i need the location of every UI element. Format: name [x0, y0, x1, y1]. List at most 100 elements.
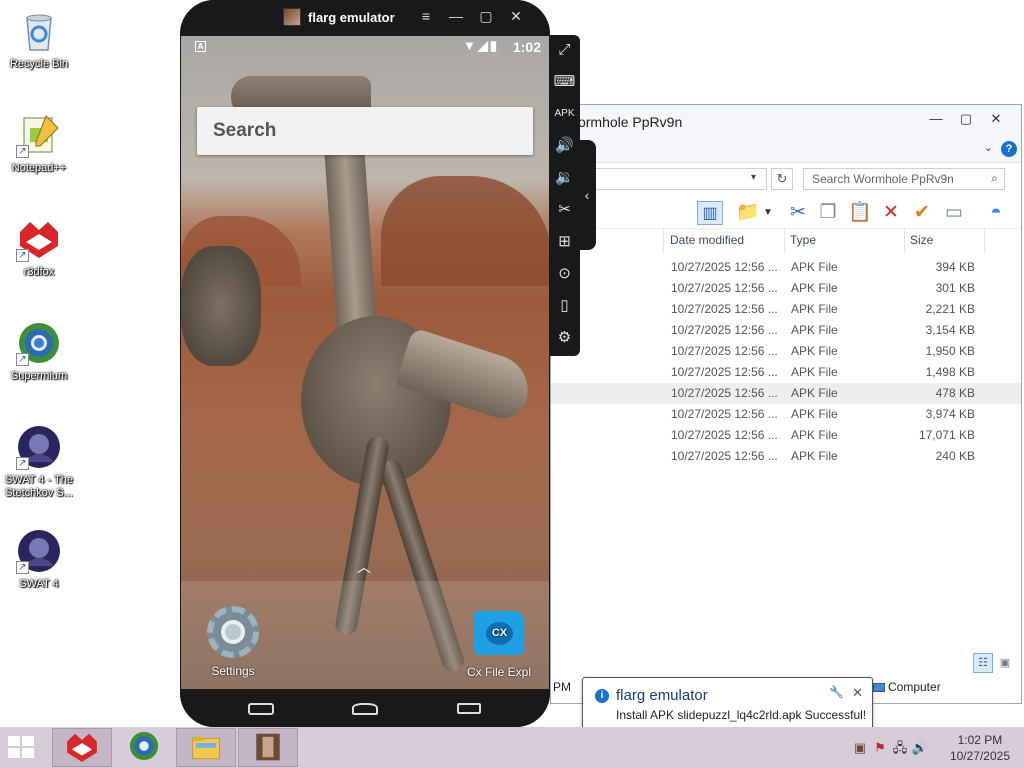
shortcut-arrow-icon: ↗	[16, 353, 29, 366]
table-row[interactable]: 10/27/2025 12:56 ... APK File 301 KB	[551, 278, 1021, 299]
folder-options-icon[interactable]: 📁	[735, 201, 761, 225]
desktop-icon-recycle-bin[interactable]: Recycle Bin	[0, 8, 78, 71]
row-date: 10/27/2025 12:56 ...	[671, 281, 778, 295]
multi-instance-icon[interactable]: ⊞	[553, 231, 576, 253]
action-center-flag-icon[interactable]: ⚑	[870, 740, 890, 756]
large-icons-view-icon[interactable]: ▣	[995, 653, 1015, 673]
refresh-icon[interactable]: ↻	[771, 168, 793, 190]
desktop-icon-swat4-expansion[interactable]: ↗ SWAT 4 - The Stetchkov S...	[0, 424, 78, 500]
network-icon[interactable]: 🖧	[890, 739, 910, 761]
desktop-icon-supermium[interactable]: ↗ Supermium	[0, 320, 78, 383]
volume-icon[interactable]: 🔊	[910, 740, 930, 756]
taskbar-file-explorer[interactable]	[176, 728, 236, 767]
details-view-icon[interactable]: ☷	[973, 653, 993, 673]
chevron-down-icon[interactable]: ⌄	[984, 141, 993, 154]
emulator-titlebar[interactable]: flarg emulator ≡ — ▢ ✕	[180, 0, 550, 36]
row-size: 17,071 KB	[918, 428, 975, 442]
minimize-button[interactable]: —	[921, 109, 951, 129]
desktop-icon-label: Supermium	[10, 370, 68, 382]
cut-icon[interactable]: ✂	[785, 201, 811, 225]
desktop-icon-label: SWAT 4 - The Stetchkov S...	[4, 474, 74, 499]
home-icon[interactable]	[352, 703, 378, 715]
back-icon[interactable]	[248, 703, 274, 715]
apk-install-icon[interactable]: APK	[553, 103, 576, 125]
chevron-down-icon[interactable]: ▾	[751, 172, 756, 183]
android-nav-bar	[180, 689, 550, 727]
android-screen[interactable]: A ▼◢▮ 1:02 Search ︿ Settings CX Cx File …	[181, 36, 549, 689]
delete-icon[interactable]: ✕	[878, 201, 904, 225]
table-row[interactable]: 10/27/2025 12:56 ... APK File 394 KB	[551, 257, 1021, 278]
row-type: APK File	[791, 260, 838, 274]
notepad-plus-plus-icon: ↗	[16, 112, 62, 158]
copy-icon[interactable]: ❐	[815, 201, 841, 225]
desktop-icon-r3dfox[interactable]: ↗ r3dfox	[0, 216, 78, 279]
emulator-app-icon	[256, 733, 280, 761]
chevron-down-icon[interactable]: ▼	[762, 201, 774, 225]
table-row[interactable]: 10/27/2025 12:56 ... APK File 17,071 KB	[551, 425, 1021, 446]
menu-icon[interactable]: ≡	[416, 8, 436, 24]
status-badge: A	[195, 41, 206, 52]
swat4-icon: ↗	[16, 528, 62, 574]
table-row[interactable]: 10/27/2025 12:56 ... APK File 3,154 KB	[551, 320, 1021, 341]
wrench-icon[interactable]: 🔧	[829, 685, 844, 699]
folder-icon	[192, 736, 220, 760]
close-button[interactable]: ✕	[506, 8, 526, 25]
android-status-bar: A ▼◢▮ 1:02	[181, 36, 549, 58]
table-row-selected[interactable]: 10/27/2025 12:56 ... APK File 478 KB	[551, 383, 1021, 404]
row-size: 3,154 KB	[925, 323, 975, 337]
maximize-button[interactable]: ▢	[951, 109, 981, 129]
chevron-up-icon[interactable]: ︿	[357, 557, 371, 577]
column-size[interactable]: Size	[910, 233, 933, 247]
search-widget[interactable]: Search	[197, 107, 533, 155]
computer-icon	[873, 683, 885, 692]
taskbar-r3dfox[interactable]	[52, 728, 112, 767]
rename-icon[interactable]: ▭	[941, 201, 967, 225]
keyboard-icon[interactable]: ⌨	[553, 71, 576, 93]
emulator-app-icon	[283, 8, 301, 26]
table-row[interactable]: 10/27/2025 12:56 ... APK File 2,221 KB	[551, 299, 1021, 320]
volume-down-icon[interactable]: 🔉	[553, 167, 576, 189]
close-icon[interactable]: ✕	[852, 685, 863, 701]
table-row[interactable]: 10/27/2025 12:56 ... APK File 240 KB	[551, 446, 1021, 467]
settings-gear-icon[interactable]: ⚙	[553, 327, 576, 349]
table-row[interactable]: 10/27/2025 12:56 ... APK File 1,498 KB	[551, 362, 1021, 383]
dock-app-settings[interactable]: Settings	[201, 606, 265, 678]
table-row[interactable]: 10/27/2025 12:56 ... APK File 1,950 KB	[551, 341, 1021, 362]
minimize-button[interactable]: —	[446, 8, 466, 24]
fullscreen-icon[interactable]: ⤢	[553, 39, 576, 61]
taskbar-flarg-emulator[interactable]	[238, 728, 298, 767]
desktop-icon-notepad-plus-plus[interactable]: ↗ Notepad++	[0, 112, 78, 175]
sidebar-collapse-tab[interactable]: ‹	[578, 140, 596, 250]
volume-up-icon[interactable]: 🔊	[553, 135, 576, 157]
recents-icon[interactable]	[457, 703, 481, 714]
row-type: APK File	[791, 365, 838, 379]
column-date-modified[interactable]: Date modified	[670, 233, 744, 247]
taskbar-supermium[interactable]	[114, 728, 174, 767]
computer-status-item: Computer	[873, 680, 941, 694]
row-size: 3,974 KB	[925, 407, 975, 421]
paste-icon[interactable]: 📋	[847, 201, 873, 225]
settings-gear-icon	[207, 606, 259, 658]
column-type[interactable]: Type	[790, 233, 816, 247]
location-icon[interactable]: ⊙	[553, 263, 576, 285]
close-button[interactable]: ✕	[981, 109, 1011, 129]
row-size: 301 KB	[935, 281, 975, 295]
table-row[interactable]: 10/27/2025 12:56 ... APK File 3,974 KB	[551, 404, 1021, 425]
screenshot-cut-icon[interactable]: ✂	[553, 199, 576, 221]
system-tray: ▣ ⚑ 🖧 🔊	[850, 739, 930, 761]
maximize-button[interactable]: ▢	[476, 8, 496, 25]
explorer-titlebar[interactable]: Wormhole PpRv9n — ▢ ✕	[551, 105, 1021, 137]
checkmark-icon[interactable]: ✔	[909, 201, 935, 225]
desktop-icon-swat4[interactable]: ↗ SWAT 4	[0, 528, 78, 591]
start-button[interactable]	[8, 736, 36, 760]
shell-icon[interactable]: ◓	[983, 201, 1009, 225]
help-icon[interactable]: ?	[1001, 141, 1017, 157]
dock-app-cx-file-explorer[interactable]: CX Cx File Expl	[453, 611, 545, 679]
row-type: APK File	[791, 407, 838, 421]
search-input[interactable]: Search Wormhole PpRv9n ⌕	[803, 168, 1005, 190]
shake-icon[interactable]: ▯	[553, 295, 576, 317]
taskbar-clock[interactable]: 1:02 PM 10/27/2025	[950, 732, 1010, 764]
emulator-tray-icon[interactable]: ▣	[850, 740, 870, 756]
notification-balloon[interactable]: i flarg emulator Install APK slidepuzzl_…	[582, 677, 873, 738]
preview-pane-icon[interactable]: ▥	[697, 201, 723, 225]
